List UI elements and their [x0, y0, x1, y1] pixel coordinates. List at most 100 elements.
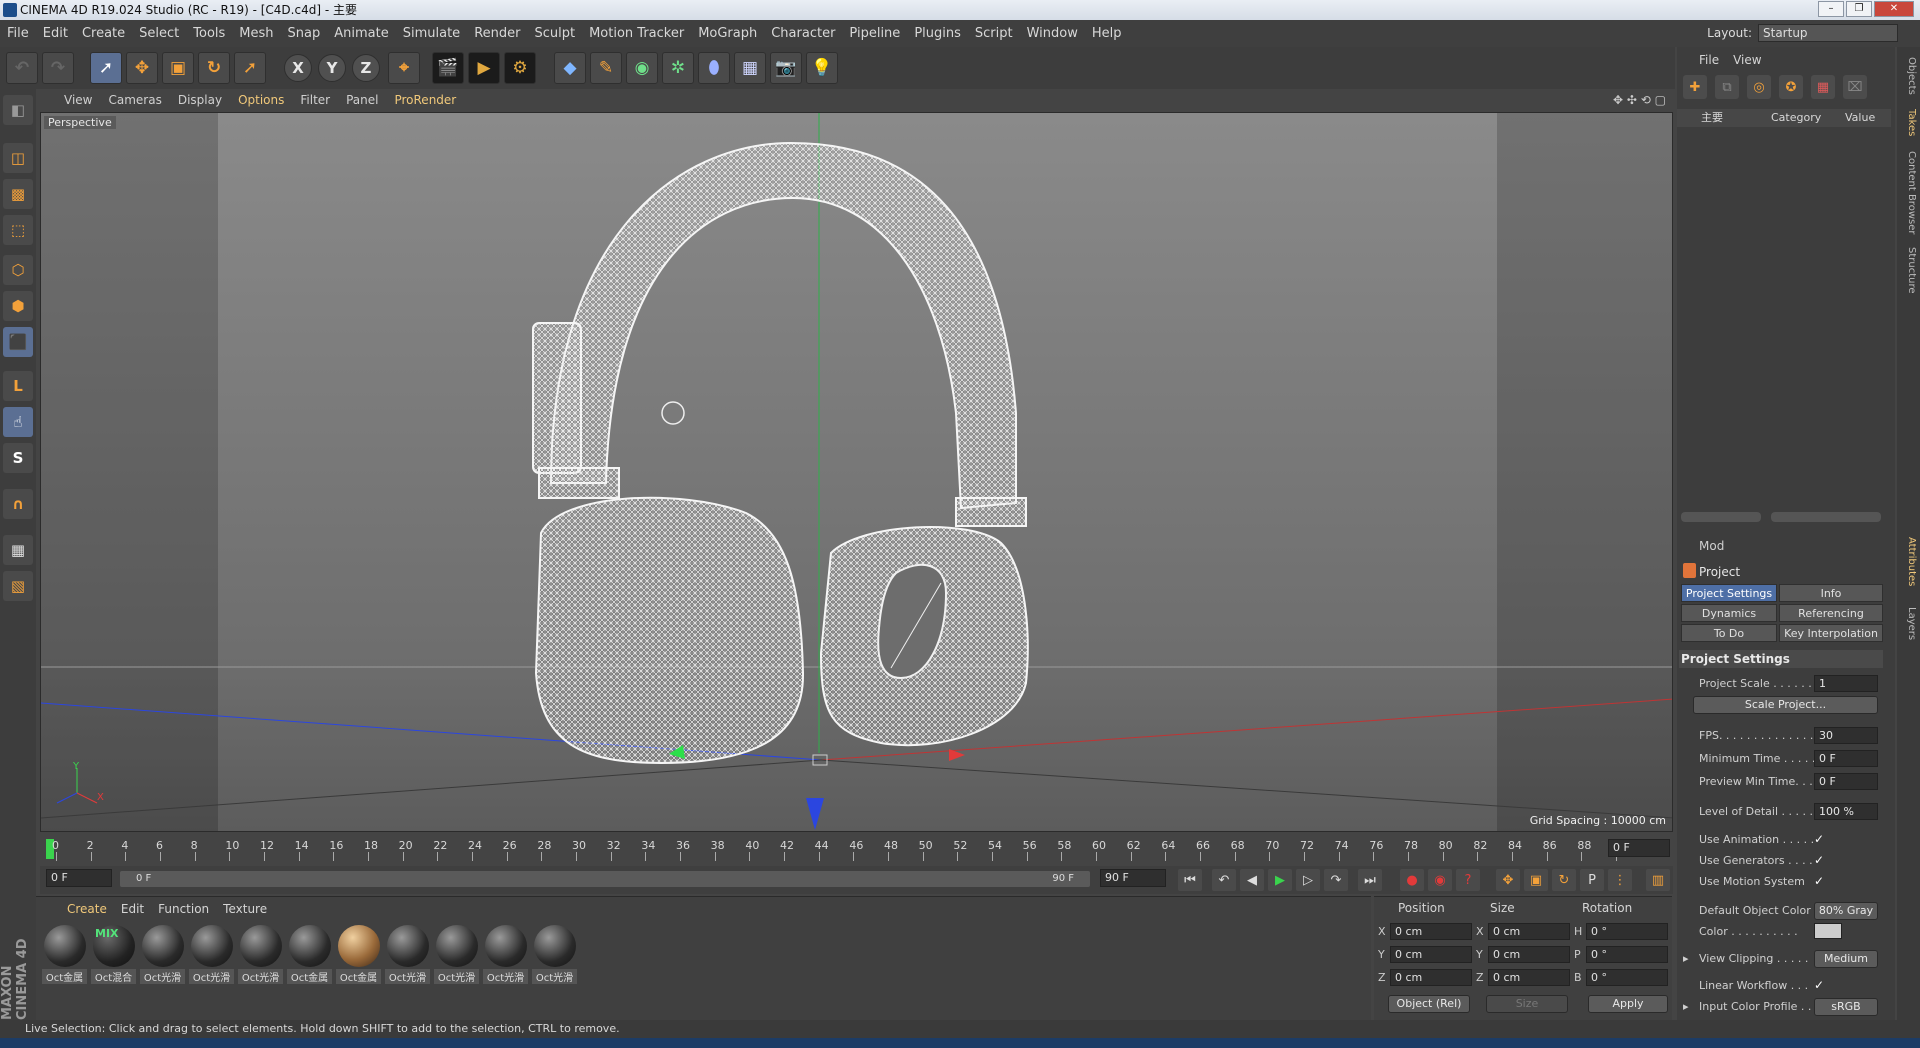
menu-mesh[interactable]: Mesh — [232, 26, 280, 41]
takes-scrollbar-right[interactable] — [1771, 512, 1881, 522]
material-swatch[interactable]: Oct光滑 — [238, 925, 283, 987]
menu-render[interactable]: Render — [467, 26, 527, 41]
preview-min-time-field[interactable]: 0 F — [1814, 773, 1878, 790]
add-take-icon[interactable]: ✚ — [1683, 75, 1707, 99]
axis-mode-icon[interactable]: L — [3, 371, 33, 401]
go-to-start-icon[interactable]: ⏮ — [1178, 869, 1202, 891]
column-category[interactable]: Category — [1771, 109, 1821, 127]
material-menu-texture[interactable]: Texture — [216, 902, 274, 916]
workplane-mode-icon[interactable]: ⬚ — [3, 215, 33, 245]
input-color-profile-expander-icon[interactable]: ▸ — [1683, 1000, 1689, 1013]
solo-mode-icon[interactable]: S — [3, 443, 33, 473]
viewport-menu-display[interactable]: Display — [170, 93, 230, 107]
view-clipping-expander-icon[interactable]: ▸ — [1683, 952, 1689, 965]
undo-icon[interactable]: ↶ — [6, 52, 38, 84]
timeline-window-icon[interactable]: ▥ — [1646, 869, 1670, 891]
rotate-icon[interactable]: ↻ — [198, 52, 230, 84]
floor-icon[interactable]: ▦ — [734, 52, 766, 84]
menu-snap[interactable]: Snap — [281, 26, 328, 41]
side-tab-objects[interactable]: Objects — [1900, 57, 1917, 95]
side-tab-structure[interactable]: Structure — [1900, 247, 1917, 294]
lock-workplane-icon[interactable]: ▦ — [3, 535, 33, 565]
pen-spline-icon[interactable]: ✎ — [590, 52, 622, 84]
key-rotation-icon[interactable]: ↻ — [1552, 869, 1576, 891]
menu-edit[interactable]: Edit — [36, 26, 75, 41]
maximize-button[interactable]: ❐ — [1846, 1, 1872, 17]
tab-referencing[interactable]: Referencing — [1779, 604, 1883, 622]
autokeying-icon[interactable]: ◉ — [1428, 869, 1452, 891]
live-selection-icon[interactable]: ➚ — [90, 52, 122, 84]
previous-frame-icon[interactable]: ◀ — [1240, 869, 1264, 891]
menu-file[interactable]: File — [0, 26, 36, 41]
apply-button[interactable]: Apply — [1588, 995, 1668, 1013]
redo-icon[interactable]: ↷ — [42, 52, 74, 84]
layout-select[interactable]: Startup — [1758, 24, 1898, 42]
perspective-viewport[interactable]: Perspective Y X Grid Spacing : 10000 cm — [40, 112, 1673, 832]
timeline-ruler[interactable]: 0 2 4 6 8 10 12 14 16 18 20 22 24 26 28 30 32 34 36 38 40 42 4… — [40, 798, 1673, 864]
play-forward-icon[interactable]: ▶ — [1268, 869, 1292, 891]
polygons-mode-icon[interactable]: ⬛ — [3, 327, 33, 357]
material-menu-edit[interactable]: Edit — [114, 902, 151, 916]
material-menu-function[interactable]: Function — [151, 902, 216, 916]
tab-project-settings[interactable]: Project Settings — [1681, 584, 1777, 602]
viewport-menu-cameras[interactable]: Cameras — [100, 93, 169, 107]
position-z-field[interactable]: 0 cm — [1390, 969, 1472, 986]
scale-project-button[interactable]: Scale Project... — [1693, 696, 1878, 714]
material-swatch[interactable]: Oct金属 — [336, 925, 381, 987]
size-x-field[interactable]: 0 cm — [1488, 923, 1570, 940]
planar-workplane-icon[interactable]: ▧ — [3, 571, 33, 601]
tab-to-do[interactable]: To Do — [1681, 624, 1777, 642]
render-settings-icon[interactable]: ⚙ — [504, 52, 536, 84]
project-scale-field[interactable]: 1 — [1814, 675, 1878, 692]
coordinate-system-icon[interactable]: ⌖ — [388, 52, 420, 84]
tab-dynamics[interactable]: Dynamics — [1681, 604, 1777, 622]
take-main-item[interactable]: 主要 — [1701, 109, 1723, 127]
view-clipping-select[interactable]: Medium — [1814, 950, 1878, 968]
tab-key-interpolation[interactable]: Key Interpolation — [1779, 624, 1883, 642]
side-tab-attributes[interactable]: Attributes — [1900, 537, 1917, 586]
menu-character[interactable]: Character — [764, 26, 842, 41]
takes-scrollbar-left[interactable] — [1681, 512, 1761, 522]
key-scale-icon[interactable]: ▣ — [1524, 869, 1548, 891]
go-to-end-icon[interactable]: ⏭ — [1358, 869, 1382, 891]
viewport-menu-options[interactable]: Options — [230, 93, 292, 107]
move-icon[interactable]: ✥ — [126, 52, 158, 84]
use-animation-checkbox[interactable]: ✓ — [1814, 832, 1828, 846]
menu-animate[interactable]: Animate — [327, 26, 395, 41]
rotation-p-field[interactable]: 0 ° — [1586, 946, 1668, 963]
use-motion-system-checkbox[interactable]: ✓ — [1814, 874, 1828, 888]
end-frame-field[interactable]: 90 F — [1100, 869, 1166, 887]
material-swatch[interactable]: Oct光滑 — [532, 925, 577, 987]
take-render-icon[interactable]: ▦ — [1811, 75, 1835, 99]
override-icon[interactable]: ◎ — [1747, 75, 1771, 99]
light-icon[interactable]: 💡 — [806, 52, 838, 84]
record-keys-icon[interactable]: ● — [1400, 869, 1424, 891]
subdivision-icon[interactable]: ◉ — [626, 52, 658, 84]
position-x-field[interactable]: 0 cm — [1390, 923, 1472, 940]
key-parameter-icon[interactable]: P — [1580, 869, 1604, 891]
snap-icon[interactable]: ∩ — [3, 489, 33, 519]
material-swatch[interactable]: Oct光滑 — [385, 925, 430, 987]
viewport-camera-label[interactable]: Perspective — [44, 116, 116, 129]
cube-primitive-icon[interactable]: ◆ — [554, 52, 586, 84]
previous-key-icon[interactable]: ↶ — [1212, 869, 1236, 891]
keyframe-selection-icon[interactable]: ? — [1456, 869, 1480, 891]
scale-icon[interactable]: ▣ — [162, 52, 194, 84]
material-swatch[interactable]: Oct光滑 — [189, 925, 234, 987]
key-position-icon[interactable]: ✥ — [1496, 869, 1520, 891]
color-swatch[interactable] — [1814, 923, 1842, 939]
menu-simulate[interactable]: Simulate — [396, 26, 467, 41]
menu-select[interactable]: Select — [132, 26, 186, 41]
start-frame-field[interactable]: 0 F — [46, 869, 112, 887]
use-generators-checkbox[interactable]: ✓ — [1814, 853, 1828, 867]
menu-motion-tracker[interactable]: Motion Tracker — [582, 26, 691, 41]
x-axis-lock-icon[interactable]: X — [284, 54, 312, 82]
current-frame-field[interactable]: 0 F — [1608, 839, 1670, 857]
next-key-icon[interactable]: ↷ — [1324, 869, 1348, 891]
next-frame-icon[interactable]: ▷ — [1296, 869, 1320, 891]
deformer-icon[interactable]: ⬮ — [698, 52, 730, 84]
viewport-nav-icons[interactable]: ✥ ✣ ⟲ ▢ — [1613, 93, 1666, 107]
linear-workflow-checkbox[interactable]: ✓ — [1814, 978, 1828, 992]
clone-take-icon[interactable]: ⧉ — [1715, 75, 1739, 99]
auto-take-icon[interactable]: ✪ — [1779, 75, 1803, 99]
